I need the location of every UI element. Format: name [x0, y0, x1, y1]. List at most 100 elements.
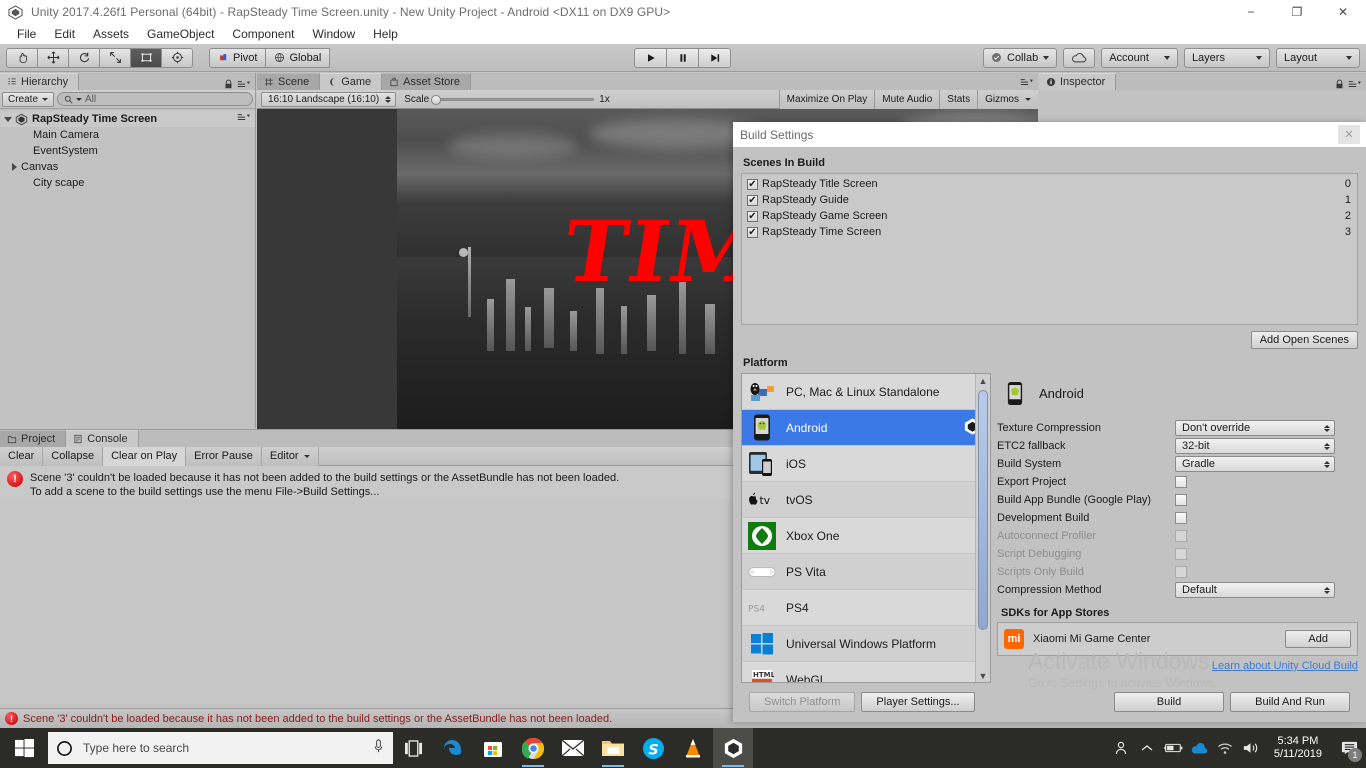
- texture-compression-dropdown[interactable]: Don't override: [1175, 420, 1335, 436]
- development-build-checkbox[interactable]: [1175, 512, 1187, 524]
- microphone-icon[interactable]: [372, 739, 385, 757]
- scale-slider-knob[interactable]: [431, 94, 442, 105]
- vlc-icon[interactable]: [673, 728, 713, 768]
- hierarchy-item-canvas[interactable]: Canvas: [0, 159, 255, 175]
- chevron-right-icon[interactable]: [12, 163, 17, 171]
- edge-icon[interactable]: [433, 728, 473, 768]
- tab-inspector[interactable]: Inspector: [1039, 73, 1117, 90]
- scene-checkbox[interactable]: [747, 178, 758, 190]
- task-view-icon[interactable]: [393, 728, 433, 768]
- tab-hierarchy[interactable]: Hierarchy: [0, 73, 80, 90]
- wifi-icon[interactable]: [1212, 728, 1238, 768]
- build-app-bundle-checkbox[interactable]: [1175, 494, 1187, 506]
- tab-asset-store[interactable]: Asset Store: [382, 73, 472, 90]
- platform-row-android[interactable]: Android: [742, 410, 990, 446]
- player-settings-button[interactable]: Player Settings...: [861, 692, 975, 712]
- dialog-close-button[interactable]: ✕: [1338, 125, 1360, 144]
- sdk-add-button[interactable]: Add: [1285, 630, 1351, 648]
- tab-console[interactable]: Console: [66, 430, 139, 447]
- onedrive-icon[interactable]: [1186, 728, 1212, 768]
- panel-menu-icon[interactable]: [237, 80, 250, 89]
- chevron-down-icon[interactable]: [4, 116, 12, 122]
- scrollbar-thumb[interactable]: [978, 390, 988, 630]
- menu-assets[interactable]: Assets: [84, 25, 138, 43]
- microsoft-store-icon[interactable]: [473, 728, 513, 768]
- hierarchy-item-main-camera[interactable]: Main Camera: [0, 127, 255, 143]
- scene-row[interactable]: RapSteady Game Screen 2: [742, 208, 1357, 224]
- menu-gameobject[interactable]: GameObject: [138, 25, 223, 43]
- switch-platform-button[interactable]: Switch Platform: [749, 692, 856, 712]
- account-button[interactable]: Account: [1101, 47, 1178, 68]
- notification-center-button[interactable]: 1: [1332, 728, 1366, 768]
- add-open-scenes-button[interactable]: Add Open Scenes: [1250, 331, 1358, 349]
- taskbar-search-input[interactable]: Type here to search: [48, 732, 393, 764]
- lock-icon[interactable]: [1335, 79, 1344, 90]
- layout-button[interactable]: Layout: [1275, 47, 1360, 68]
- rect-tool-icon[interactable]: [130, 47, 162, 68]
- pause-button[interactable]: [666, 47, 699, 68]
- build-button[interactable]: Build: [1114, 692, 1224, 712]
- skype-icon[interactable]: S: [633, 728, 673, 768]
- error-pause-button[interactable]: Error Pause: [186, 446, 262, 466]
- panel-menu-icon[interactable]: [237, 113, 250, 122]
- editor-dropdown[interactable]: Editor: [261, 446, 319, 466]
- collab-button[interactable]: Collab: [983, 47, 1058, 68]
- hierarchy-root-scene[interactable]: RapSteady Time Screen: [0, 111, 255, 127]
- platform-row-xbox-one[interactable]: Xbox One: [742, 518, 990, 554]
- platform-row-webgl[interactable]: HTML WebGL: [742, 662, 990, 682]
- scene-row[interactable]: RapSteady Time Screen 3: [742, 224, 1357, 240]
- platform-row-ios[interactable]: iOS: [742, 446, 990, 482]
- platform-row-ps4[interactable]: PS4 PS4: [742, 590, 990, 626]
- compression-method-dropdown[interactable]: Default: [1175, 582, 1335, 598]
- tab-scene[interactable]: Scene: [257, 73, 321, 90]
- hierarchy-item-eventsystem[interactable]: EventSystem: [0, 143, 255, 159]
- people-icon[interactable]: [1108, 728, 1134, 768]
- tab-game[interactable]: Game: [320, 73, 383, 90]
- clear-button[interactable]: Clear: [0, 446, 44, 466]
- tab-project[interactable]: Project: [0, 430, 67, 447]
- platform-list[interactable]: PC, Mac & Linux Standalone Android iOS t…: [741, 373, 991, 683]
- hierarchy-item-city-scape[interactable]: City scape: [0, 175, 255, 191]
- mail-icon[interactable]: [553, 728, 593, 768]
- lock-icon[interactable]: [224, 79, 233, 90]
- platform-row-standalone[interactable]: PC, Mac & Linux Standalone: [742, 374, 990, 410]
- hand-tool-icon[interactable]: [6, 47, 38, 68]
- file-explorer-icon[interactable]: [593, 728, 633, 768]
- panel-menu-icon[interactable]: [1348, 80, 1361, 89]
- gizmos-button[interactable]: Gizmos: [977, 89, 1038, 109]
- panel-menu-icon[interactable]: [1020, 78, 1033, 87]
- scene-row[interactable]: RapSteady Title Screen 0: [742, 176, 1357, 192]
- export-project-checkbox[interactable]: [1175, 476, 1187, 488]
- menu-edit[interactable]: Edit: [45, 25, 84, 43]
- scroll-up-icon[interactable]: ▲: [976, 374, 990, 387]
- chrome-icon[interactable]: [513, 728, 553, 768]
- taskbar-clock[interactable]: 5:34 PM 5/11/2019: [1264, 735, 1332, 761]
- build-and-run-button[interactable]: Build And Run: [1230, 692, 1350, 712]
- cloud-button[interactable]: [1063, 47, 1096, 68]
- transform-tool-icon[interactable]: [161, 47, 193, 68]
- rotate-tool-icon[interactable]: [68, 47, 100, 68]
- platform-row-tvos[interactable]: tv tvOS: [742, 482, 990, 518]
- create-button[interactable]: Create: [2, 91, 55, 107]
- battery-icon[interactable]: [1160, 728, 1186, 768]
- maximize-on-play-button[interactable]: Maximize On Play: [778, 89, 875, 109]
- stats-button[interactable]: Stats: [939, 89, 978, 109]
- menu-file[interactable]: File: [8, 25, 45, 43]
- show-hidden-icons-icon[interactable]: [1134, 728, 1160, 768]
- unity-taskbar-icon[interactable]: [713, 728, 753, 768]
- menu-window[interactable]: Window: [303, 25, 364, 43]
- global-toggle[interactable]: Global: [265, 47, 331, 68]
- build-system-dropdown[interactable]: Gradle: [1175, 456, 1335, 472]
- scale-tool-icon[interactable]: [99, 47, 131, 68]
- move-tool-icon[interactable]: [37, 47, 69, 68]
- aspect-ratio-dropdown[interactable]: 16:10 Landscape (16:10): [261, 91, 397, 107]
- scene-checkbox[interactable]: [747, 226, 758, 238]
- scale-slider[interactable]: [431, 94, 595, 105]
- unity-cloud-build-link[interactable]: Learn about Unity Cloud Build: [1212, 660, 1358, 672]
- scene-checkbox[interactable]: [747, 210, 758, 222]
- close-button[interactable]: ✕: [1320, 0, 1366, 24]
- scroll-down-icon[interactable]: ▼: [976, 669, 990, 682]
- collapse-button[interactable]: Collapse: [43, 446, 104, 466]
- etc2-fallback-dropdown[interactable]: 32-bit: [1175, 438, 1335, 454]
- scene-row[interactable]: RapSteady Guide 1: [742, 192, 1357, 208]
